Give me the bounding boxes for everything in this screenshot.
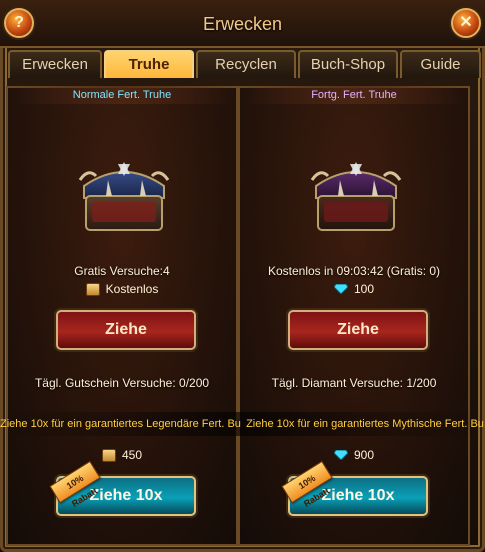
bulk-cost-row: 900 [240, 448, 468, 462]
tab-recyclen[interactable]: Recyclen [196, 50, 296, 78]
left-guarantee-text: Ziehe 10x für ein garantiertes Legendäre… [0, 418, 241, 430]
scroll-icon [85, 282, 100, 296]
daily-attempts: Tägl. Diamant Versuche: 1/200 [271, 376, 437, 390]
tab-erwecken[interactable]: Erwecken [8, 50, 102, 78]
bulk-cost-row: 450 [8, 448, 236, 462]
tab-truhe[interactable]: Truhe [104, 50, 194, 78]
close-button[interactable]: ✕ [451, 8, 481, 38]
chest-image [300, 140, 412, 240]
diamond-icon [333, 450, 348, 460]
tab-bar: Erwecken Truhe Recyclen Buch-Shop Guide [8, 48, 481, 78]
close-icon: ✕ [459, 14, 473, 31]
tab-buch-shop[interactable]: Buch-Shop [298, 50, 398, 78]
panel-title: Normale Fert. Truhe [72, 89, 172, 101]
normal-chest-panel: Normale Fert. Truhe Gratis Versuche:4 Ko… [6, 86, 238, 546]
cost-row: 100 [240, 282, 468, 296]
diamond-icon [333, 284, 348, 294]
chest-image [68, 140, 180, 240]
bulk-cost: 900 [353, 448, 375, 462]
free-attempts: Gratis Versuche:4 [74, 264, 170, 278]
cost-text: Kostenlos [105, 282, 159, 296]
daily-attempts: Tägl. Gutschein Versuche: 0/200 [34, 376, 210, 390]
pull-button[interactable]: Ziehe [288, 310, 428, 350]
advanced-chest-panel: Fortg. Fert. Truhe Kostenlos in 09:03:42… [238, 86, 470, 546]
panel-title: Fortg. Fert. Truhe [311, 89, 397, 101]
pull-10x-button[interactable]: 10% Rabatt Ziehe 10x [49, 460, 196, 516]
guarantee-banner: Ziehe 10x für ein garantiertes Legendäre… [0, 412, 485, 436]
right-guarantee-text: Ziehe 10x für ein garantiertes Mythische… [246, 418, 484, 430]
pull-button[interactable]: Ziehe [56, 310, 196, 350]
discount-badge: 10% Rabatt [49, 460, 101, 509]
panel-header: Fortg. Fert. Truhe [240, 86, 468, 104]
bulk-cost: 450 [121, 448, 143, 462]
pull-10x-button[interactable]: 10% Rabatt Ziehe 10x [281, 460, 428, 516]
cost-text: 100 [353, 282, 375, 296]
tab-guide[interactable]: Guide [400, 50, 481, 78]
scroll-icon [101, 448, 116, 462]
title-bar: ? Erwecken ✕ [0, 0, 485, 48]
discount-badge: 10% Rabatt [281, 460, 333, 509]
free-timer: Kostenlos in 09:03:42 (Gratis: 0) [267, 264, 441, 278]
panel-header: Normale Fert. Truhe [8, 86, 236, 104]
window-title: Erwecken [202, 14, 283, 34]
cost-row: Kostenlos [8, 282, 236, 296]
